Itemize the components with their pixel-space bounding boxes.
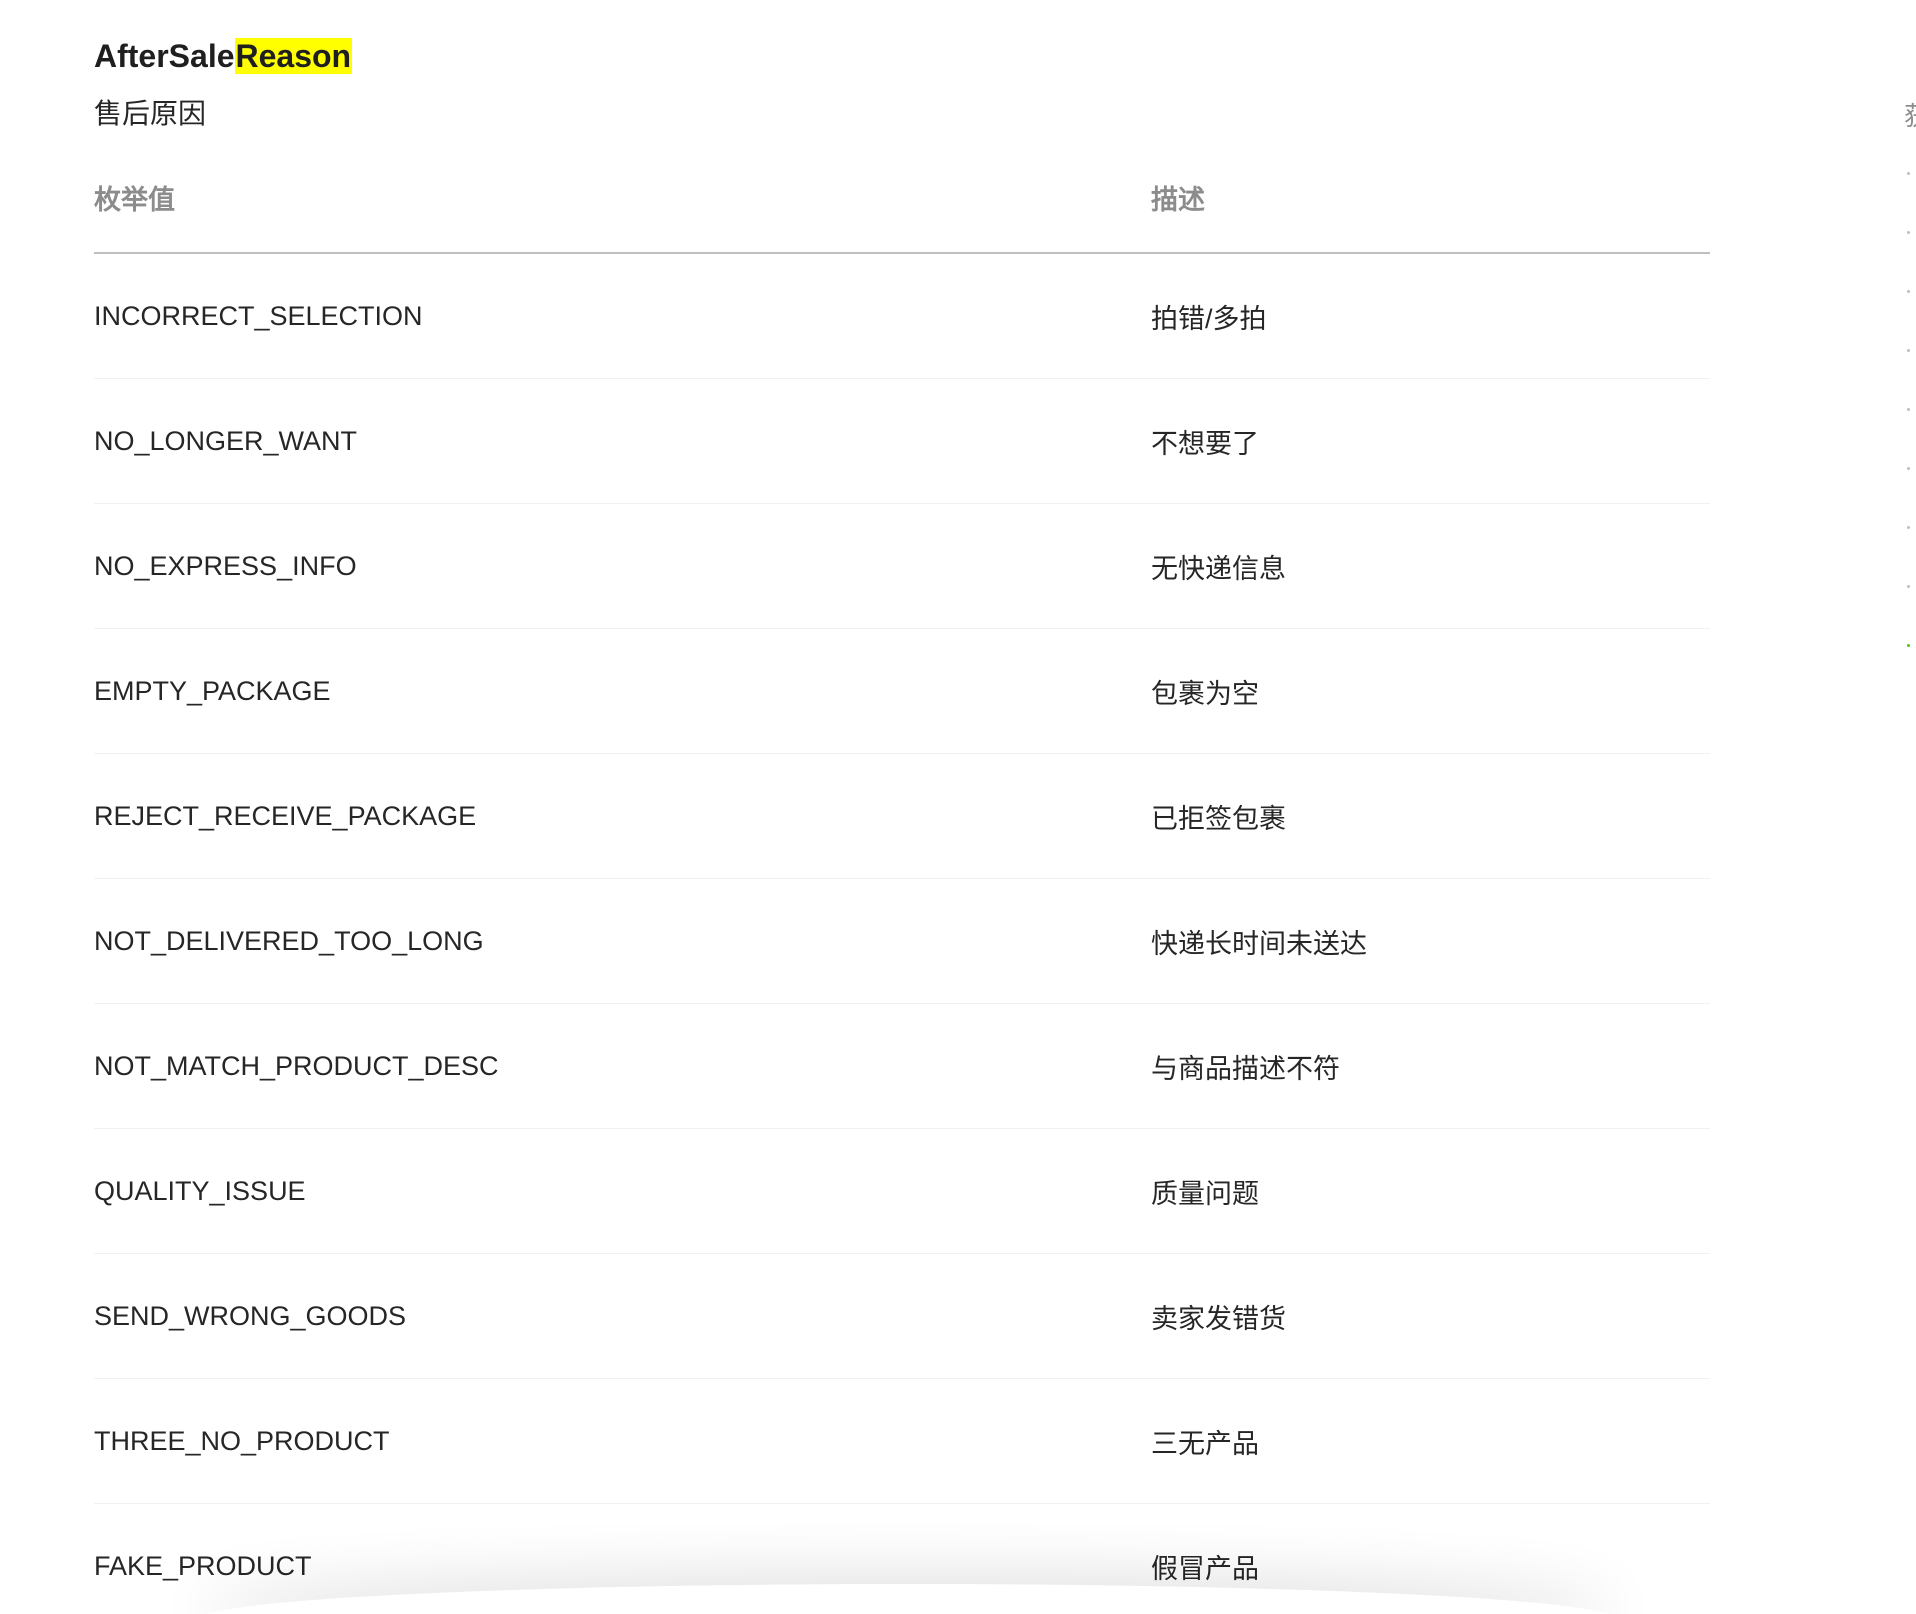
enum-value-cell: NO_EXPRESS_INFO — [94, 503, 1151, 629]
table-row: THREE_NO_PRODUCT 三无产品 — [94, 1378, 1710, 1504]
enum-desc-cell: 三无产品 — [1151, 1378, 1710, 1504]
outline-dot[interactable] — [1907, 526, 1910, 529]
enum-desc-cell: 假冒产品 — [1151, 1503, 1710, 1614]
title-prefix: AfterSale — [94, 38, 235, 74]
page-title: AfterSaleReason — [94, 32, 1710, 80]
table-row: NO_LONGER_WANT 不想要了 — [94, 378, 1710, 504]
page-subtitle: 售后原因 — [94, 98, 207, 129]
outline-dot[interactable] — [1907, 349, 1910, 352]
header-description: 描述 — [1151, 178, 1710, 254]
enum-value-cell: REJECT_RECEIVE_PACKAGE — [94, 753, 1151, 879]
enum-desc-cell: 无快递信息 — [1151, 503, 1710, 629]
enum-desc-cell: 卖家发错货 — [1151, 1253, 1710, 1379]
enum-value-cell: NOT_MATCH_PRODUCT_DESC — [94, 1003, 1151, 1129]
doc-content: AfterSaleReason 售后原因 枚举值 描述 INCORRECT_SE… — [94, 32, 1710, 1614]
enum-desc-cell: 质量问题 — [1151, 1128, 1710, 1254]
enum-desc-cell: 拍错/多拍 — [1151, 253, 1710, 379]
header-enum-value: 枚举值 — [94, 178, 1151, 254]
outline-dot[interactable] — [1907, 585, 1910, 588]
outline-dot[interactable] — [1907, 231, 1910, 234]
table-row: FAKE_PRODUCT 假冒产品 — [94, 1503, 1710, 1614]
enum-value-cell: FAKE_PRODUCT — [94, 1503, 1151, 1614]
enum-value-cell: NOT_DELIVERED_TOO_LONG — [94, 878, 1151, 1004]
enum-desc-cell: 不想要了 — [1151, 378, 1710, 504]
enum-desc-cell: 包裹为空 — [1151, 628, 1710, 754]
outline-dot[interactable] — [1907, 172, 1910, 175]
table-row: SEND_WRONG_GOODS 卖家发错货 — [94, 1253, 1710, 1379]
table-row: QUALITY_ISSUE 质量问题 — [94, 1128, 1710, 1254]
outline-dot[interactable] — [1907, 467, 1910, 470]
table-row: REJECT_RECEIVE_PACKAGE 已拒签包裹 — [94, 753, 1710, 879]
enum-value-cell: NO_LONGER_WANT — [94, 378, 1151, 504]
table-row: NOT_DELIVERED_TOO_LONG 快递长时间未送达 — [94, 878, 1710, 1004]
table-row: EMPTY_PACKAGE 包裹为空 — [94, 628, 1710, 754]
enum-desc-cell: 已拒签包裹 — [1151, 753, 1710, 879]
outline-dot[interactable] — [1907, 290, 1910, 293]
enum-value-cell: QUALITY_ISSUE — [94, 1128, 1151, 1254]
enum-table: 枚举值 描述 INCORRECT_SELECTION 拍错/多拍 NO_LONGER… — [94, 178, 1710, 1614]
enum-value-cell: INCORRECT_SELECTION — [94, 253, 1151, 379]
enum-desc-cell: 与商品描述不符 — [1151, 1003, 1710, 1129]
table-row: NOT_MATCH_PRODUCT_DESC 与商品描述不符 — [94, 1003, 1710, 1129]
outline-dot[interactable] — [1907, 408, 1910, 411]
table-body: INCORRECT_SELECTION 拍错/多拍 NO_LONGER_WANT 不想… — [94, 253, 1710, 1614]
table-header-row: 枚举值 描述 — [94, 178, 1710, 254]
table-row: INCORRECT_SELECTION 拍错/多拍 — [94, 253, 1710, 379]
enum-value-cell: SEND_WRONG_GOODS — [94, 1253, 1151, 1379]
enum-value-cell: EMPTY_PACKAGE — [94, 628, 1151, 754]
table-row: NO_EXPRESS_INFO 无快递信息 — [94, 503, 1710, 629]
enum-desc-cell: 快递长时间未送达 — [1151, 878, 1710, 1004]
outline-dot[interactable] — [1907, 644, 1910, 647]
doc-page: AfterSaleReason 售后原因 枚举值 描述 INCORRECT_SE… — [0, 0, 1916, 1614]
side-outline-glyph: 获 — [1904, 96, 1916, 133]
enum-value-cell: THREE_NO_PRODUCT — [94, 1378, 1151, 1504]
title-highlight: Reason — [234, 38, 353, 74]
